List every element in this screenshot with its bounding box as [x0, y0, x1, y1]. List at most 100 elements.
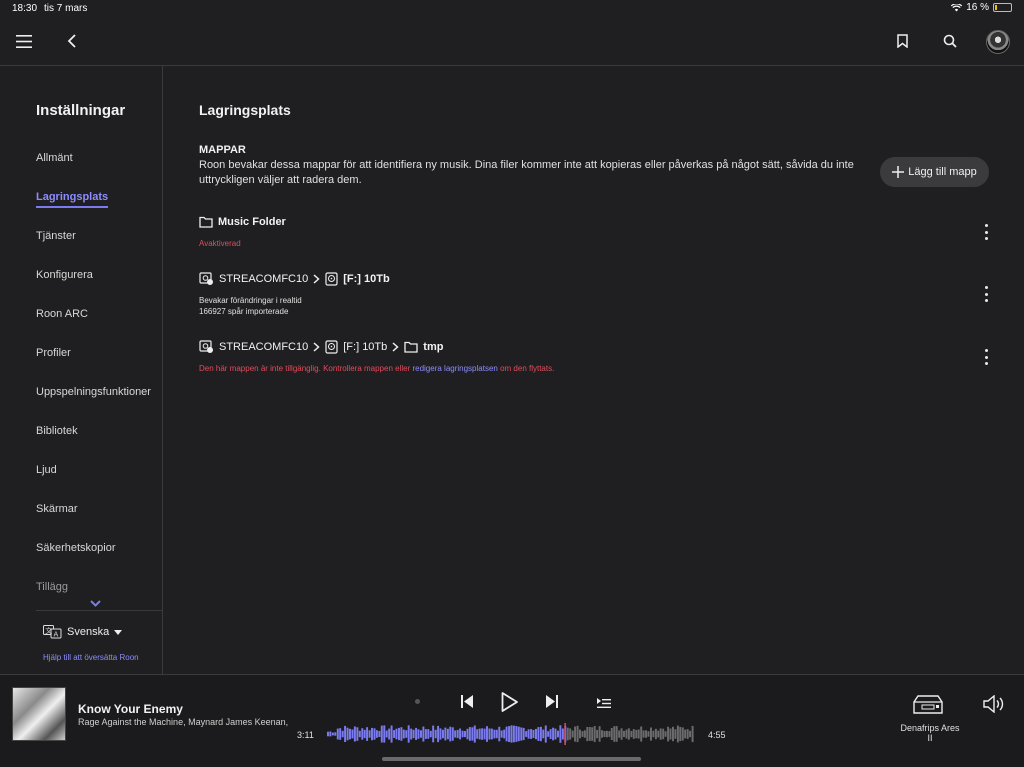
waveform-bar [640, 726, 643, 742]
waveform-bar [603, 731, 606, 737]
waveform-bar [412, 729, 415, 739]
waveform-bar [368, 730, 371, 738]
sidebar-item-4[interactable]: Roon ARC [36, 308, 88, 320]
waveform-bar [398, 727, 400, 741]
folder-error-message: Den här mappen är inte tillgänglig. Kont… [199, 364, 554, 373]
waveform-seek-bar[interactable] [327, 723, 694, 745]
battery-percent: 16 % [966, 2, 989, 13]
next-track-icon[interactable] [546, 695, 558, 713]
drive-name: [F:] 10Tb [343, 341, 388, 353]
waveform-bar [473, 725, 476, 743]
folder-options-icon[interactable] [984, 286, 988, 302]
volume-icon[interactable] [983, 694, 1007, 718]
home-indicator[interactable] [382, 757, 641, 761]
waveform-bar [351, 729, 354, 739]
device-name: STREACOMFC10 [219, 341, 309, 353]
waveform-bar [361, 728, 364, 740]
waveform-bar [525, 731, 528, 737]
waveform-bar [618, 730, 621, 738]
waveform-bar [601, 730, 603, 738]
waveform-bar [689, 730, 692, 738]
scroll-down-chevron-icon[interactable] [90, 594, 101, 612]
sidebar-item-3[interactable]: Konfigurera [36, 269, 93, 281]
chevron-right-icon [313, 274, 320, 284]
waveform-bar [407, 725, 410, 743]
folder-options-icon[interactable] [984, 224, 988, 240]
waveform-bar [627, 728, 630, 740]
sidebar-item-5[interactable]: Profiler [36, 347, 71, 359]
waveform-bar [544, 725, 547, 743]
waveform-bar [620, 728, 623, 740]
drive-icon [325, 272, 338, 286]
waveform-bar [571, 730, 574, 738]
waveform-bar [385, 730, 388, 738]
waveform-bar [356, 727, 359, 741]
waveform-bar [486, 726, 488, 742]
waveform-bar [593, 726, 596, 742]
zone-name-sub: II [927, 733, 933, 743]
translate-roon-link[interactable]: Hjälp till att översätta Roon [43, 653, 139, 662]
waveform-bar [420, 730, 422, 738]
waveform-bar [515, 726, 518, 742]
waveform-bar [662, 728, 665, 740]
sidebar-item-0[interactable]: Allmänt [36, 152, 73, 164]
queue-icon[interactable] [597, 696, 611, 714]
waveform-bar [652, 730, 655, 738]
waveform-bar [681, 727, 684, 741]
waveform-bar [664, 731, 667, 737]
folder-row-f-drive[interactable]: STREACOMFC10 [F:] 10Tb [199, 272, 390, 286]
zone-device-icon[interactable] [912, 694, 944, 721]
sidebar-item-9[interactable]: Skärmar [36, 503, 78, 515]
radio-indicator-icon[interactable] [415, 699, 420, 704]
status-right: 16 % [951, 2, 1012, 13]
track-title[interactable]: Know Your Enemy [78, 702, 183, 716]
waveform-bar [427, 729, 430, 739]
waveform-bar [547, 731, 550, 737]
waveform-bar [591, 727, 594, 741]
sidebar-item-2[interactable]: Tjänster [36, 230, 76, 242]
waveform-bar [623, 730, 625, 737]
play-icon[interactable] [501, 692, 518, 717]
folder-name: tmp [423, 341, 444, 353]
sidebar-item-8[interactable]: Ljud [36, 464, 57, 476]
search-icon[interactable] [936, 27, 964, 55]
waveform-bar [669, 728, 672, 740]
sidebar-item-11[interactable]: Tillägg [36, 581, 68, 593]
section-heading: MAPPAR [199, 144, 246, 156]
waveform-bar [378, 730, 381, 737]
waveform-bar [625, 729, 628, 739]
waveform-bar [493, 729, 496, 739]
sidebar-item-1[interactable]: Lagringsplats [36, 191, 109, 208]
waveform-bar [598, 726, 601, 742]
back-chevron-icon[interactable] [58, 27, 86, 55]
bookmark-icon[interactable] [888, 27, 916, 55]
folder-row-music-folder[interactable]: Music Folder [199, 216, 286, 228]
section-description: Roon bevakar dessa mappar för att identi… [199, 159, 854, 186]
waveform-bar [498, 726, 501, 742]
error-text-suffix: om den flyttats. [497, 364, 555, 373]
hamburger-icon[interactable] [10, 27, 38, 55]
zone-selector[interactable]: Denafrips Ares II [880, 723, 980, 743]
previous-track-icon[interactable] [461, 695, 473, 713]
sidebar-item-7[interactable]: Bibliotek [36, 425, 78, 437]
folder-row-tmp[interactable]: STREACOMFC10 [F:] 10Tb tmp [199, 340, 443, 354]
language-selector[interactable]: 文A Svenska [43, 625, 123, 639]
add-folder-button[interactable]: Lägg till mapp [880, 157, 989, 187]
waveform-bar [549, 729, 552, 739]
sidebar-item-10[interactable]: Säkerhetskopior [36, 542, 116, 554]
waveform-bar [395, 728, 398, 740]
waveform-bar [610, 728, 613, 740]
waveform-bar [390, 725, 393, 743]
edit-location-link[interactable]: redigera lagringsplatsen [412, 364, 497, 373]
album-cover[interactable] [12, 687, 66, 741]
waveform-bar [363, 729, 366, 739]
folder-options-icon[interactable] [984, 349, 988, 365]
waveform-bar [605, 730, 608, 738]
track-artist[interactable]: Rage Against the Machine, Maynard James … [78, 717, 288, 727]
waveform-bar [476, 729, 479, 739]
folder-name: Music Folder [218, 216, 286, 228]
page-title: Lagringsplats [199, 102, 291, 118]
sidebar-item-6[interactable]: Uppspelningsfunktioner [36, 386, 151, 398]
error-text: Den här mappen är inte tillgänglig. Kont… [199, 364, 413, 373]
profile-avatar[interactable] [986, 30, 1010, 54]
